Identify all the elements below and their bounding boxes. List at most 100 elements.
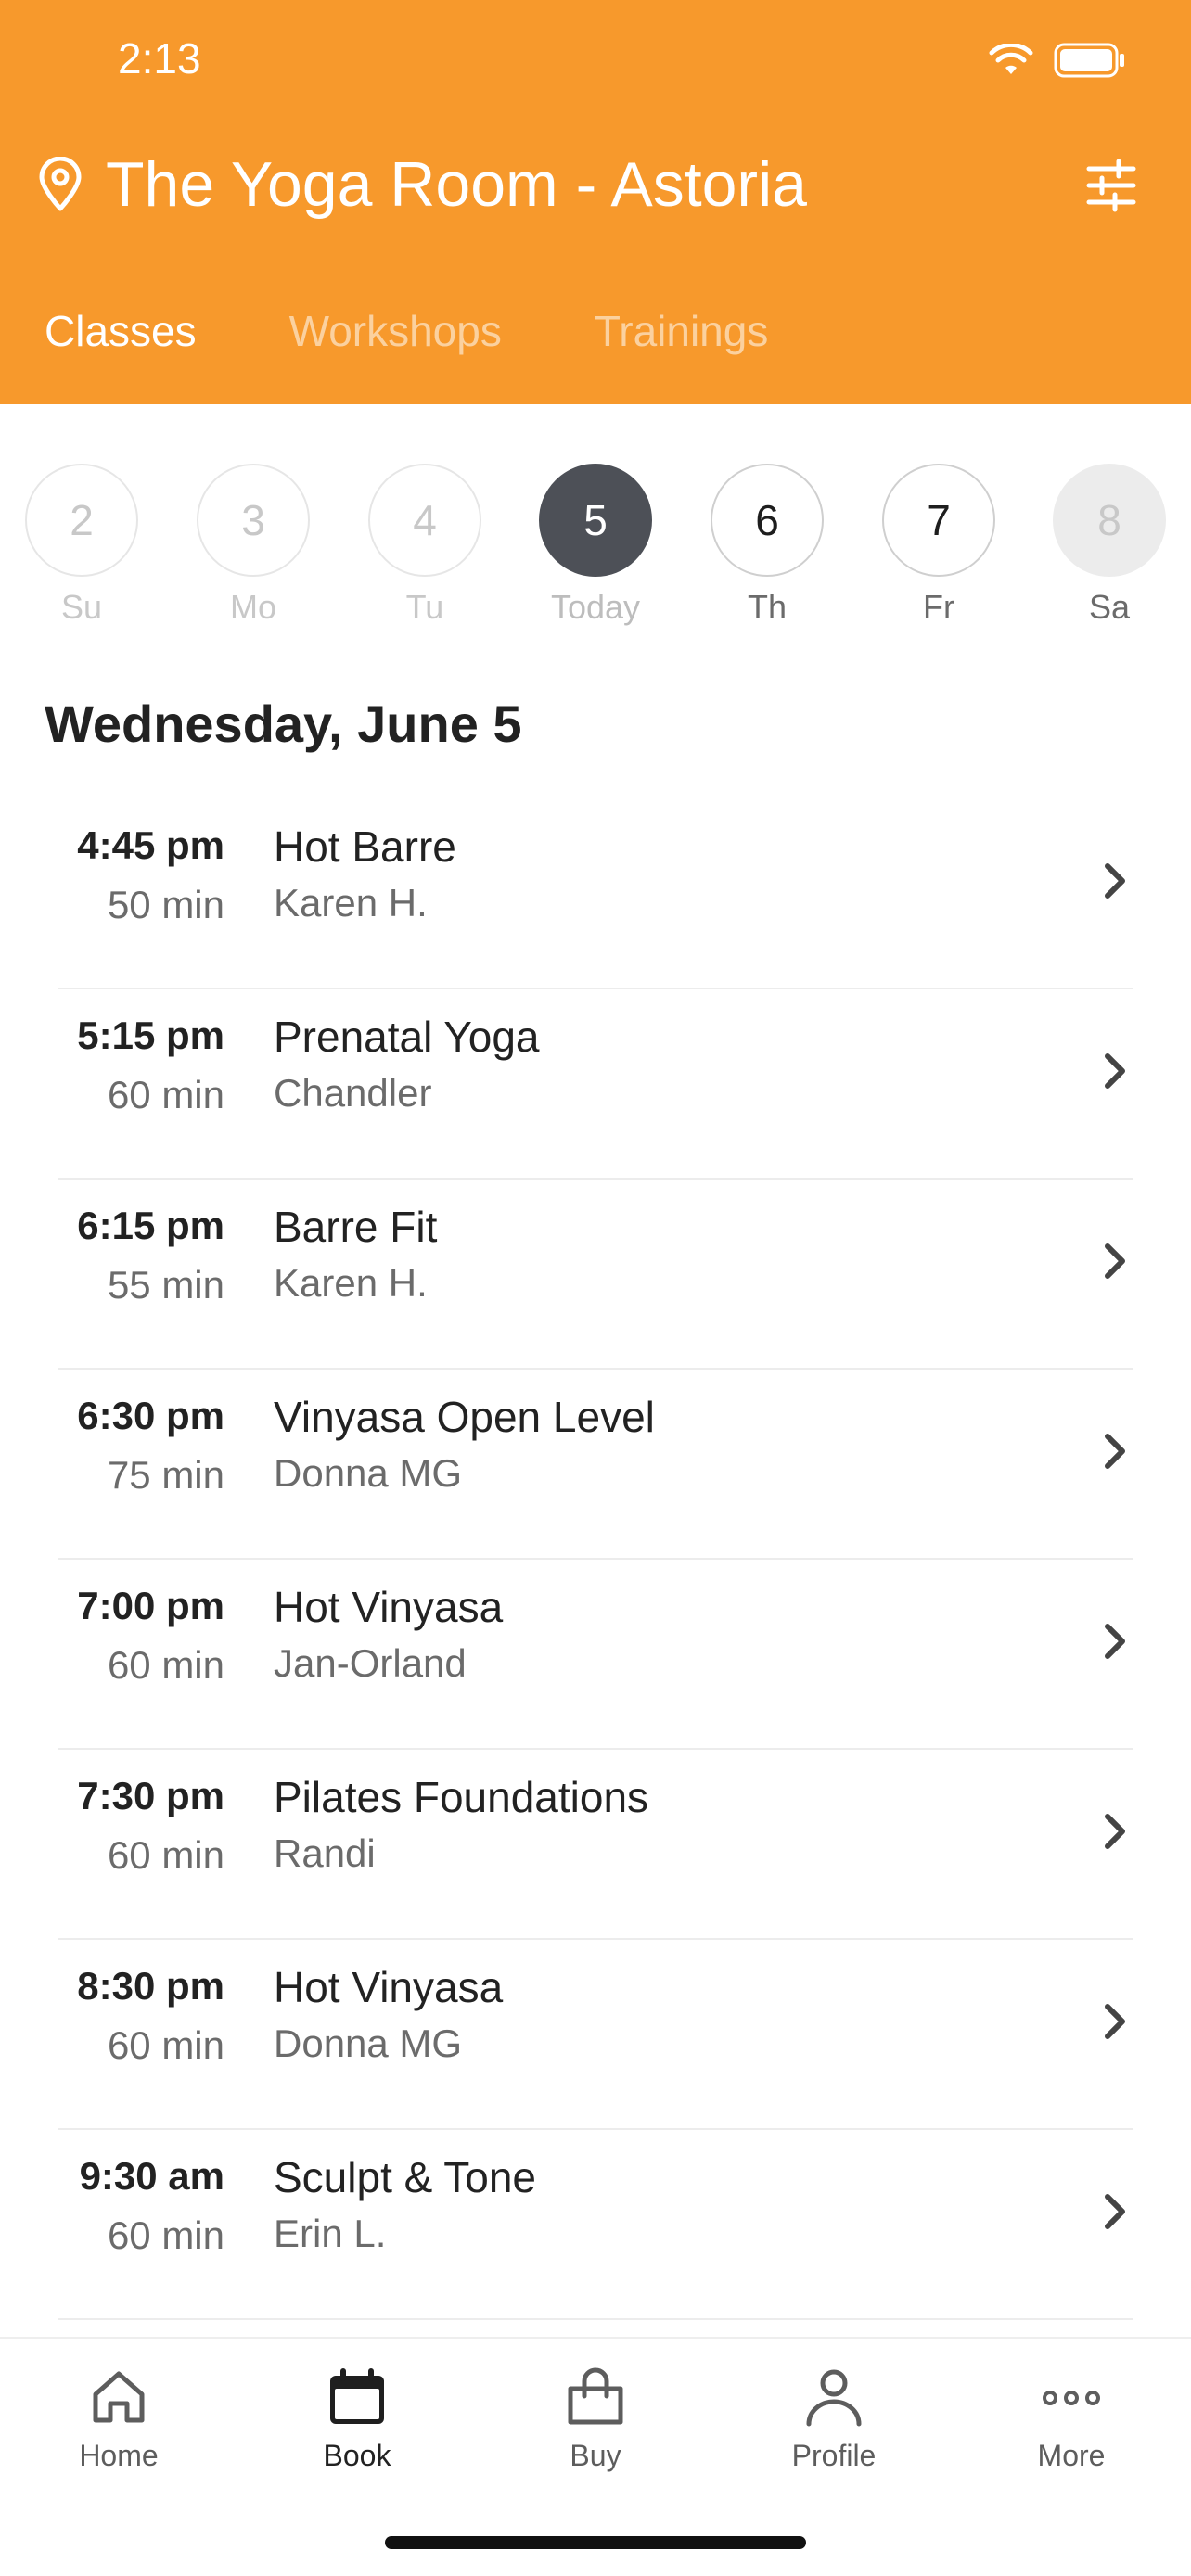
class-duration: 60 min xyxy=(107,2023,224,2067)
day-monday[interactable]: 3 Mo xyxy=(196,464,311,627)
tab-classes[interactable]: Classes xyxy=(45,306,197,356)
nav-label: Profile xyxy=(791,2439,877,2472)
day-number: 6 xyxy=(711,464,824,577)
filter-sliders-icon[interactable] xyxy=(1083,158,1139,213)
day-tuesday[interactable]: 4 Tu xyxy=(367,464,482,627)
nav-label: More xyxy=(1037,2439,1106,2472)
day-number: 3 xyxy=(197,464,310,577)
class-teacher: Karen H. xyxy=(274,1261,428,1305)
class-duration: 55 min xyxy=(107,1263,224,1307)
person-icon xyxy=(806,2369,862,2427)
chevron-right-icon xyxy=(1105,1434,1125,1469)
chevron-right-icon xyxy=(1105,1624,1125,1659)
class-duration: 60 min xyxy=(107,1643,224,1687)
chevron-right-icon xyxy=(1105,1243,1125,1279)
day-saturday[interactable]: 8 Sa xyxy=(1052,464,1167,627)
studio-title-row[interactable]: The Yoga Room - Astoria xyxy=(37,148,807,221)
day-number: 8 xyxy=(1053,464,1166,577)
class-row[interactable]: 9:30 am 60 min Sculpt & Tone Erin L. xyxy=(0,2130,1191,2320)
tab-workshops[interactable]: Workshops xyxy=(289,306,502,356)
day-today[interactable]: 5 Today xyxy=(538,464,653,627)
day-number: 4 xyxy=(368,464,481,577)
home-icon xyxy=(93,2371,145,2423)
class-row[interactable]: 7:00 pm 60 min Hot Vinyasa Jan-Orland xyxy=(0,1560,1191,1750)
day-thursday[interactable]: 6 Th xyxy=(710,464,825,627)
day-sunday[interactable]: 2 Su xyxy=(24,464,139,627)
day-label: Th xyxy=(747,588,787,626)
class-time: 6:15 pm xyxy=(77,1204,224,1247)
selected-date-heading: Wednesday, June 5 xyxy=(45,695,522,753)
class-list: 4:45 pm 50 min Hot Barre Karen H. 5:15 p… xyxy=(0,799,1191,2320)
class-teacher: Randi xyxy=(274,1831,376,1875)
class-row[interactable]: 8:30 pm 60 min Hot Vinyasa Donna MG xyxy=(0,1940,1191,2130)
class-name: Prenatal Yoga xyxy=(274,1013,540,1061)
class-duration: 60 min xyxy=(107,1073,224,1116)
day-label: Fr xyxy=(923,588,954,626)
nav-profile[interactable]: Profile xyxy=(750,2365,917,2473)
nav-label: Buy xyxy=(570,2439,621,2472)
day-number: 7 xyxy=(882,464,995,577)
wifi-icon xyxy=(989,44,1033,74)
day-label: Mo xyxy=(229,588,276,626)
class-row[interactable]: 4:45 pm 50 min Hot Barre Karen H. xyxy=(0,799,1191,989)
class-row[interactable]: 7:30 pm 60 min Pilates Foundations Randi xyxy=(0,1750,1191,1940)
class-time: 8:30 pm xyxy=(77,1964,224,2008)
schedule-tabs: Classes Workshops Trainings xyxy=(45,306,768,356)
class-name: Hot Barre xyxy=(274,823,456,871)
app-header: 2:13 The Yoga Room - Astoria Classes Wor… xyxy=(0,0,1191,404)
class-time: 4:45 pm xyxy=(77,823,224,867)
nav-label: Book xyxy=(323,2439,391,2472)
chevron-right-icon xyxy=(1105,1814,1125,1849)
day-label: Sa xyxy=(1088,588,1131,626)
class-name: Hot Vinyasa xyxy=(274,1583,504,1631)
nav-buy[interactable]: Buy xyxy=(512,2365,679,2473)
class-teacher: Karen H. xyxy=(274,881,428,925)
class-duration: 60 min xyxy=(107,2213,224,2257)
class-duration: 50 min xyxy=(107,883,224,926)
day-number: 5 xyxy=(539,464,652,577)
day-number: 2 xyxy=(25,464,138,577)
class-row[interactable]: 5:15 pm 60 min Prenatal Yoga Chandler xyxy=(0,989,1191,1180)
class-teacher: Donna MG xyxy=(274,2021,463,2065)
day-label: Tu xyxy=(405,588,444,626)
class-name: Pilates Foundations xyxy=(274,1773,649,1821)
studio-name: The Yoga Room - Astoria xyxy=(106,149,808,220)
nav-more[interactable]: More xyxy=(988,2365,1155,2473)
class-teacher: Chandler xyxy=(274,1071,432,1115)
class-time: 7:30 pm xyxy=(77,1774,224,1817)
class-row[interactable]: 6:15 pm 55 min Barre Fit Karen H. xyxy=(0,1180,1191,1370)
nav-book[interactable]: Book xyxy=(274,2365,441,2473)
location-pin-icon xyxy=(39,157,82,211)
class-name: Vinyasa Open Level xyxy=(274,1393,655,1441)
shopping-bag-icon xyxy=(568,2367,623,2425)
class-teacher: Erin L. xyxy=(274,2212,387,2255)
tab-trainings[interactable]: Trainings xyxy=(595,306,768,356)
day-picker: 2 Su 3 Mo 4 Tu 5 Today 6 Th 7 Fr 8 Sa xyxy=(0,464,1191,631)
home-indicator xyxy=(385,2536,806,2549)
day-friday[interactable]: 7 Fr xyxy=(881,464,996,627)
class-time: 7:00 pm xyxy=(77,1584,224,1627)
chevron-right-icon xyxy=(1105,863,1125,899)
status-time: 2:13 xyxy=(118,34,201,83)
chevron-right-icon xyxy=(1105,2194,1125,2229)
class-teacher: Donna MG xyxy=(274,1451,463,1495)
nav-label: Home xyxy=(79,2439,159,2472)
class-time: 9:30 am xyxy=(79,2154,224,2198)
chevron-right-icon xyxy=(1105,1053,1125,1089)
nav-home[interactable]: Home xyxy=(35,2365,202,2473)
class-duration: 75 min xyxy=(107,1453,224,1497)
day-label: Su xyxy=(60,588,103,626)
class-name: Sculpt & Tone xyxy=(274,2153,537,2201)
battery-icon xyxy=(1054,43,1124,78)
class-time: 5:15 pm xyxy=(77,1014,224,1057)
class-time: 6:30 pm xyxy=(77,1394,224,1437)
day-label: Today xyxy=(550,588,641,626)
status-icons xyxy=(989,43,1126,78)
more-dots-icon xyxy=(1043,2391,1100,2405)
class-name: Barre Fit xyxy=(274,1203,438,1251)
calendar-icon xyxy=(330,2368,384,2424)
chevron-right-icon xyxy=(1105,2004,1125,2039)
class-name: Hot Vinyasa xyxy=(274,1963,504,2011)
class-duration: 60 min xyxy=(107,1833,224,1877)
class-row[interactable]: 6:30 pm 75 min Vinyasa Open Level Donna … xyxy=(0,1370,1191,1560)
